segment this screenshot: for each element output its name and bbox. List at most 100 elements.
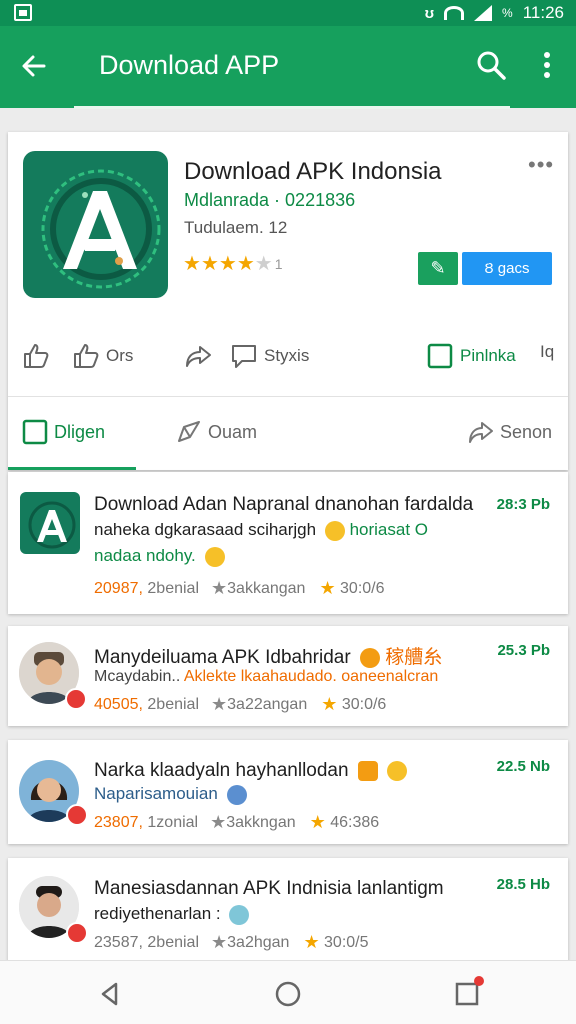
- more-options-button[interactable]: [530, 48, 564, 82]
- info-label: Iq: [540, 342, 555, 361]
- post-time: 28:3 Pb: [496, 496, 550, 513]
- star-icon: ★: [309, 812, 326, 832]
- tab-ouam[interactable]: Ouam: [176, 419, 257, 445]
- action-row: Ors Styxis Pinlnka Iq: [8, 336, 568, 376]
- post-subtitle-text: Naparisamouian: [94, 784, 218, 803]
- thumb-up-icon: [74, 344, 99, 368]
- app-rating: ★ ★ ★ ★ ★ 1: [183, 254, 282, 274]
- vibrate-icon: ʊ: [424, 4, 435, 22]
- developer-name[interactable]: Mdlanrada · 0221836: [184, 190, 355, 211]
- post-count: 40505,: [94, 695, 143, 713]
- list-item[interactable]: Download Adan Napranal dnanohan fardalda…: [8, 472, 568, 614]
- share-arrow-icon: [469, 422, 493, 443]
- app-logo-icon: [41, 169, 161, 289]
- star-icon: ★: [303, 932, 320, 952]
- post-rating: 46:386: [330, 813, 380, 831]
- post-subtitle: Naparisamouian: [94, 784, 247, 805]
- post-title-text: Narka klaadyaln hayhanllodan: [94, 760, 349, 781]
- star-icon: ★: [183, 253, 201, 275]
- post-rating: 30:0/5: [324, 933, 369, 951]
- check-icon: [229, 904, 250, 925]
- tab-indicator: [8, 467, 136, 470]
- more-horiz-icon[interactable]: •••: [528, 152, 554, 178]
- star-icon: ★: [211, 932, 228, 952]
- post-title: Narka klaadyaln hayhanllodan: [94, 760, 408, 782]
- wifi-icon: [444, 6, 465, 20]
- post-title-text: Manydeiluama APK Idbahridar: [94, 647, 351, 668]
- tabs: Dligen Ouam Senon: [8, 396, 568, 470]
- star-icon: ★: [211, 578, 228, 598]
- list-item[interactable]: Manesiasdannan APK Indnisia lanlantigm r…: [8, 858, 568, 962]
- post-meta: 20987, 2benial ★ 3akkangan ★ 30:0/6: [94, 578, 385, 599]
- list-item[interactable]: Manydeiluama APK Idbahridar 稼艚糸 Mcaydabi…: [8, 626, 568, 726]
- post-text-part: horiasat O: [349, 520, 429, 539]
- list-item[interactable]: Narka klaadyaln hayhanllodan Naparisamou…: [8, 740, 568, 844]
- post-time: 28.5 Hb: [496, 876, 550, 893]
- rating-count: 1: [274, 256, 283, 272]
- star-icon: ★: [200, 253, 219, 275]
- app-version: Tudulaem. 12: [184, 218, 288, 237]
- globe-icon: [226, 784, 247, 805]
- post-subtitle-highlight: Aklekte lkaahaudado. oaneenalcran: [183, 668, 439, 685]
- save-label: Pinlnka: [460, 346, 516, 365]
- install-button[interactable]: Ȣ gacs: [462, 252, 552, 285]
- pencil-icon: ✎: [430, 258, 446, 278]
- comment-button[interactable]: Styxis: [230, 342, 309, 370]
- post-time: 22.5 Nb: [496, 758, 550, 775]
- post-subtitle: Mcaydabin.. Aklekte lkaahaudado. oaneena…: [94, 668, 438, 686]
- star-icon: ★: [218, 253, 237, 275]
- post-subtitle-text: Mcaydabin..: [94, 668, 181, 685]
- share-arrow-icon: [186, 346, 211, 367]
- post-title: Download Adan Napranal dnanohan fardalda: [94, 494, 474, 515]
- status-bar: ʊ % 11:26: [0, 0, 576, 26]
- post-rating: 30:0/6: [341, 695, 387, 713]
- save-button[interactable]: Pinlnka: [426, 342, 516, 370]
- edit-button[interactable]: ✎: [418, 252, 458, 285]
- share-button[interactable]: [184, 342, 212, 370]
- post-metric: 3a2hgan: [227, 933, 290, 951]
- post-metric: 3a22angan: [227, 695, 308, 713]
- post-time: 25.3 Pb: [497, 642, 550, 659]
- status-icons: ʊ % 11:26: [425, 3, 564, 23]
- system-nav-bar: [0, 960, 576, 1024]
- emoji-icon: [359, 647, 380, 668]
- notification-icon: [14, 4, 32, 21]
- search-icon: [477, 51, 506, 80]
- post-text: naheka dgkarasaad sciharjgh horiasat O: [94, 520, 428, 541]
- emoji-icon: [387, 760, 408, 781]
- search-button[interactable]: [474, 48, 508, 82]
- comment-icon: [232, 345, 256, 368]
- like-button[interactable]: [22, 342, 50, 370]
- app-bar: Download APP: [0, 26, 576, 109]
- tab-dligen[interactable]: Dligen: [22, 419, 105, 445]
- arrow-left-icon: [22, 55, 46, 77]
- post-title-suffix: 稼艚糸: [385, 647, 443, 668]
- checkbox-icon: [427, 343, 453, 369]
- tab-label: Senon: [500, 421, 553, 442]
- app-detail-card: Download APK Indonsia Mdlanrada · 022183…: [8, 132, 568, 470]
- post-text-part: nadaa ndohy.: [94, 546, 196, 565]
- tab-senon[interactable]: Senon: [468, 419, 552, 445]
- badge-icon: [65, 688, 87, 710]
- info-button[interactable]: Iq: [540, 342, 554, 362]
- tab-label: Ouam: [208, 421, 258, 442]
- post-metric: 3akkangan: [227, 579, 306, 597]
- app-icon[interactable]: [23, 151, 168, 298]
- post-text-part: naheka dgkarasaad sciharjgh: [94, 520, 317, 539]
- star-icon: ★: [210, 812, 227, 832]
- nav-home-button[interactable]: [273, 979, 303, 1009]
- more-vert-icon: [544, 52, 550, 78]
- nav-back-button[interactable]: [95, 979, 125, 1009]
- thumbs-button[interactable]: Ors: [72, 342, 133, 370]
- comment-label: Styxis: [264, 346, 310, 365]
- battery-icon: %: [502, 6, 513, 20]
- post-count-label: 2benial: [147, 579, 199, 597]
- back-button[interactable]: [18, 50, 50, 82]
- thumb-up-icon: [24, 344, 49, 368]
- send-icon: [178, 421, 200, 442]
- post-title: Manydeiluama APK Idbahridar 稼艚糸: [94, 642, 442, 669]
- emoji-icon: [324, 520, 345, 541]
- badge-icon: [66, 804, 88, 826]
- tab-label: Dligen: [54, 421, 106, 442]
- star-icon: ★: [321, 694, 338, 714]
